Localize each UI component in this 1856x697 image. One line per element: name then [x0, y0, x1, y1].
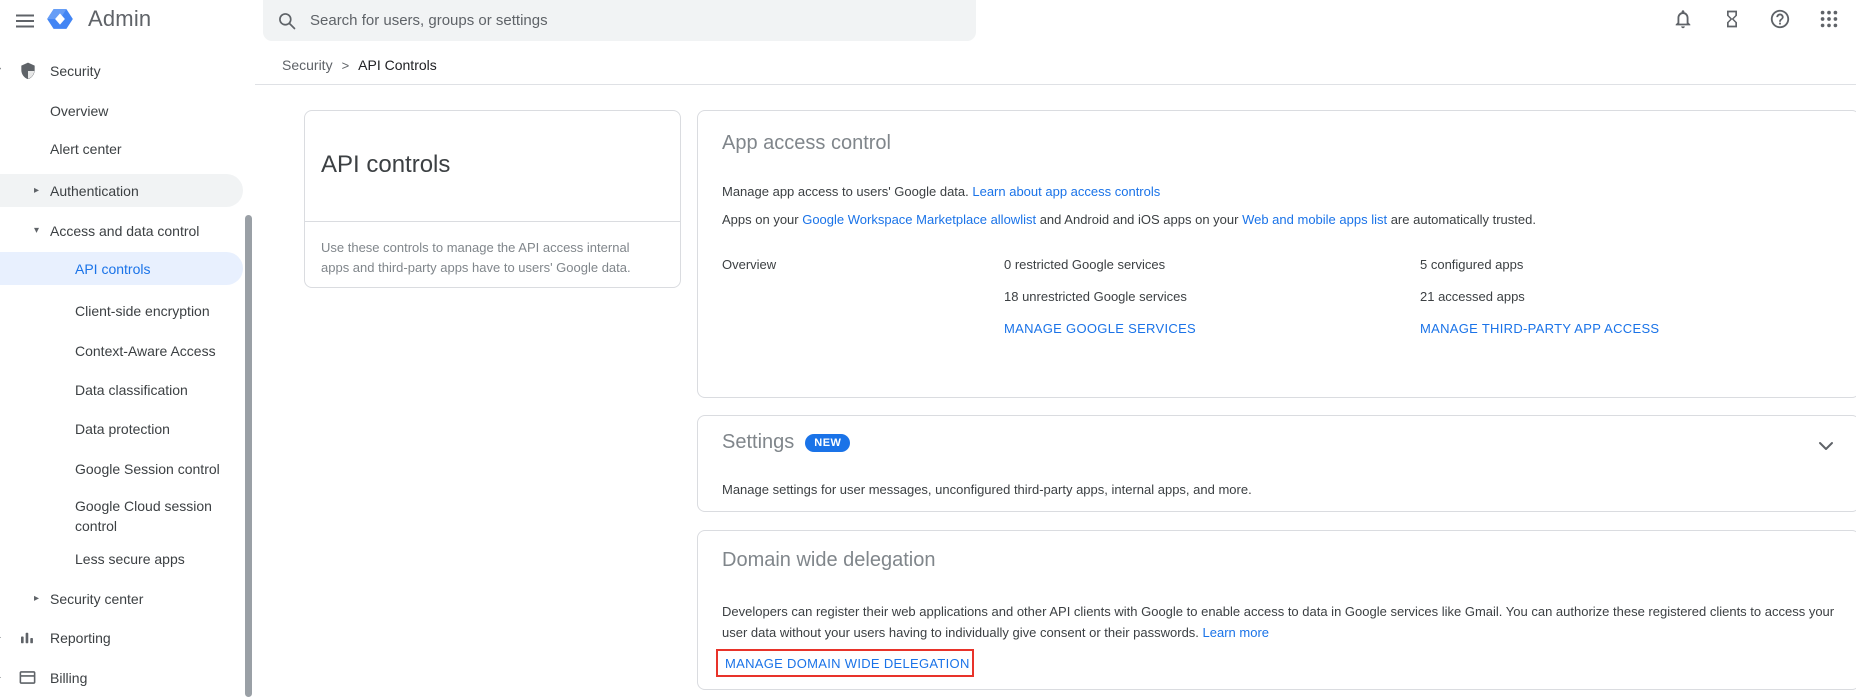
card-divider — [305, 221, 680, 222]
app-title: Admin — [88, 6, 152, 31]
sidebar-item-label: Google Session control — [75, 460, 220, 477]
sidebar-item-google-cloud-session-control[interactable]: Google Cloud session control — [0, 490, 243, 542]
configured-apps-stat: 5 configured apps — [1420, 257, 1524, 272]
menu-icon[interactable] — [12, 8, 38, 34]
sidebar-item-label: Context-Aware Access — [75, 342, 216, 359]
learn-more-link[interactable]: Learn more — [1203, 625, 1269, 640]
help-icon[interactable] — [1767, 6, 1793, 32]
sidebar-item-security[interactable]: ▾ Security — [0, 54, 243, 87]
breadcrumb: Security > API Controls — [282, 57, 437, 73]
sidebar-item-reporting[interactable]: ▸ Reporting — [0, 621, 243, 654]
chevron-down-icon[interactable] — [1818, 438, 1834, 456]
sidebar-item-label: Authentication — [50, 182, 139, 199]
section-title-app-access-control: App access control — [722, 132, 891, 154]
sidebar-item-label: Less secure apps — [75, 550, 185, 567]
caret-down-icon: ▾ — [0, 65, 1, 76]
app-access-line2-seg3: are automatically trusted. — [1387, 212, 1536, 227]
sidebar-item-label: Client-side encryption — [75, 302, 210, 319]
sidebar-item-client-side-encryption[interactable]: Client-side encryption — [0, 294, 243, 327]
caret-right-icon: ▸ — [34, 184, 40, 196]
shield-icon — [18, 61, 38, 81]
notifications-icon[interactable] — [1670, 6, 1696, 32]
sidebar-item-label: Data classification — [75, 381, 188, 398]
settings-description: Manage settings for user messages, uncon… — [722, 482, 1252, 497]
sidebar-item-security-center[interactable]: ▸ Security center — [0, 582, 243, 615]
domain-wide-delegation-card: Domain wide delegation Developers can re… — [697, 530, 1856, 690]
sidebar-item-data-classification[interactable]: Data classification — [0, 373, 243, 406]
domain-description-text: Developers can register their web applic… — [722, 604, 1835, 640]
bar-chart-icon — [18, 628, 38, 648]
sidebar-item-alert-center[interactable]: Alert center — [0, 132, 243, 165]
sidebar-item-label: Overview — [50, 102, 109, 119]
sidebar-item-google-session-control[interactable]: Google Session control — [0, 452, 243, 485]
search-icon — [277, 11, 297, 31]
app-access-line2-seg1: Apps on your — [722, 212, 803, 227]
app-access-line1-text: Manage app access to users' Google data. — [722, 184, 973, 199]
sidebar-item-data-protection[interactable]: Data protection — [0, 412, 243, 445]
sidebar-item-less-secure-apps[interactable]: Less secure apps — [0, 542, 243, 575]
app-access-line2: Apps on your Google Workspace Marketplac… — [722, 212, 1536, 228]
tasks-hourglass-icon[interactable] — [1719, 6, 1745, 32]
header-divider — [255, 84, 1856, 85]
app-access-control-card: App access control Manage app access to … — [697, 110, 1856, 398]
sidebar-item-label: Google Cloud session control — [75, 498, 212, 534]
section-title-settings: Settings — [722, 431, 795, 453]
sidebar-item-label: Billing — [50, 669, 88, 686]
app-access-line2-seg2: and Android and iOS apps on your — [1036, 212, 1243, 227]
app-access-line1: Manage app access to users' Google data.… — [722, 184, 1160, 200]
search-input[interactable] — [297, 11, 976, 30]
api-controls-description: Use these controls to manage the API acc… — [321, 240, 631, 275]
sidebar-item-label: Access and data control — [50, 222, 200, 239]
sidebar-item-label: Reporting — [50, 629, 111, 646]
page-title: API controls — [321, 151, 451, 178]
sidebar-item-access-and-data-control[interactable]: ▾ Access and data control — [0, 214, 243, 247]
sidebar-item-context-aware-access[interactable]: Context-Aware Access — [0, 334, 243, 367]
caret-down-icon: ▾ — [34, 224, 40, 236]
sidebar-item-label: API controls — [75, 260, 151, 277]
accessed-apps-stat: 21 accessed apps — [1420, 289, 1525, 304]
manage-google-services-button[interactable]: MANAGE GOOGLE SERVICES — [1004, 321, 1196, 336]
caret-right-icon: ▸ — [0, 632, 1, 643]
domain-wide-delegation-description: Developers can register their web applic… — [722, 601, 1842, 643]
admin-logo-icon — [46, 5, 74, 38]
web-and-mobile-apps-list-link[interactable]: Web and mobile apps list — [1242, 212, 1387, 227]
api-controls-info-card: API controls Use these controls to manag… — [304, 110, 681, 288]
sidebar-item-label: Security center — [50, 590, 144, 607]
sidebar-item-label: Alert center — [50, 140, 122, 157]
caret-right-icon: ▸ — [34, 592, 40, 604]
annotation-red-box: MANAGE DOMAIN WIDE DELEGATION — [716, 649, 974, 677]
sidebar-item-api-controls[interactable]: API controls — [0, 252, 243, 285]
manage-third-party-app-access-button[interactable]: MANAGE THIRD-PARTY APP ACCESS — [1420, 321, 1659, 336]
sidebar-scrollbar[interactable] — [245, 215, 252, 697]
settings-card: Settings NEW Manage settings for user me… — [697, 415, 1856, 512]
sidebar-item-label: Data protection — [75, 420, 170, 437]
breadcrumb-current: API Controls — [358, 57, 437, 73]
breadcrumb-security[interactable]: Security — [282, 57, 333, 73]
unrestricted-services-stat: 18 unrestricted Google services — [1004, 289, 1187, 304]
sidebar-item-label: Security — [50, 62, 101, 79]
manage-domain-wide-delegation-button[interactable]: MANAGE DOMAIN WIDE DELEGATION — [718, 656, 970, 671]
search-bar[interactable] — [263, 0, 976, 41]
credit-card-icon — [18, 668, 38, 688]
caret-right-icon: ▸ — [0, 672, 1, 683]
breadcrumb-separator: > — [341, 57, 350, 73]
section-title-domain-wide-delegation: Domain wide delegation — [722, 549, 936, 571]
overview-label: Overview — [722, 257, 777, 272]
sidebar-item-authentication[interactable]: ▸ Authentication — [0, 174, 243, 207]
apps-grid-icon[interactable] — [1816, 6, 1842, 32]
sidebar-item-overview[interactable]: Overview — [0, 94, 243, 127]
new-badge: NEW — [805, 433, 851, 452]
learn-about-app-access-controls-link[interactable]: Learn about app access controls — [972, 184, 1160, 199]
marketplace-allowlist-link[interactable]: Google Workspace Marketplace allowlist — [802, 212, 1036, 227]
restricted-services-stat: 0 restricted Google services — [1004, 257, 1166, 272]
sidebar-item-billing[interactable]: ▸ Billing — [0, 661, 243, 694]
